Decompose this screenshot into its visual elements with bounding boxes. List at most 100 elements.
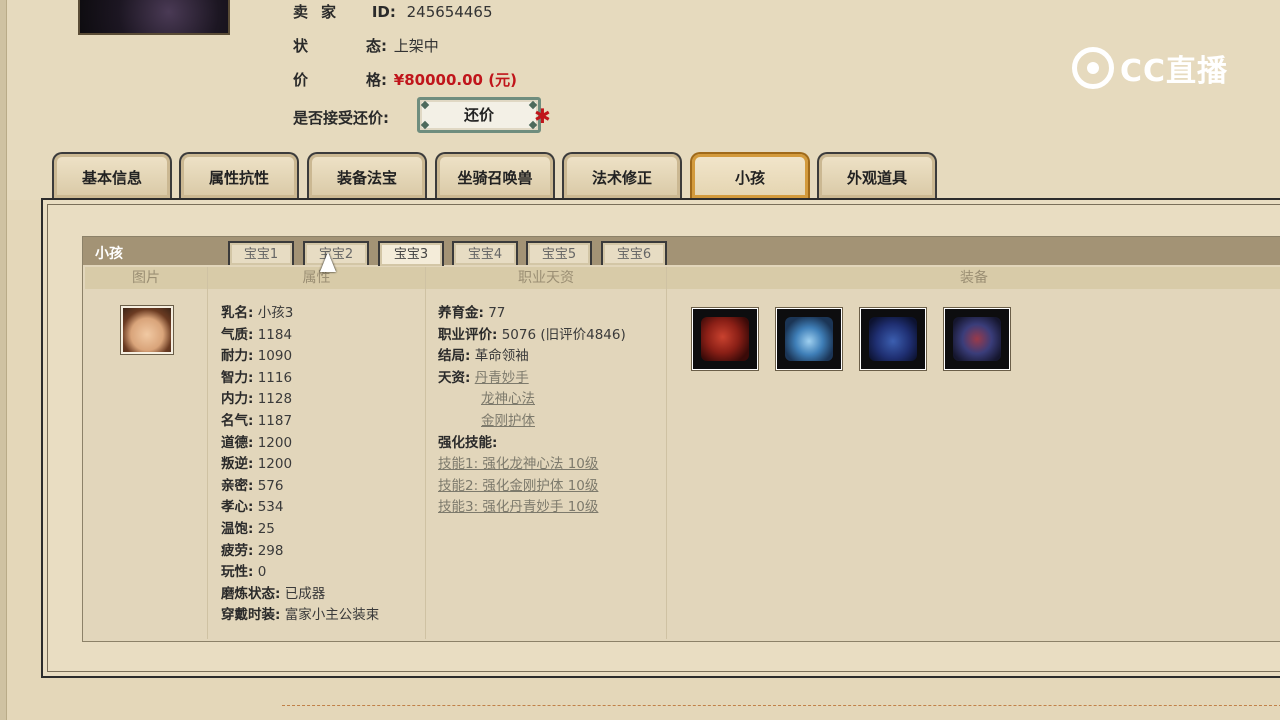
tab-baby-3[interactable]: 宝宝3: [378, 241, 444, 266]
cc-live-watermark: CC直播: [1072, 44, 1228, 92]
fund-value: 77: [488, 305, 506, 321]
equipment-slot-1[interactable]: [691, 307, 759, 371]
equipment-slot-3[interactable]: [859, 307, 927, 371]
column-header-image: 图片: [85, 267, 207, 289]
tab-baby-2[interactable]: 宝宝2: [303, 241, 369, 265]
price-row: 价 格: ¥80000.00 (元): [293, 69, 517, 90]
attr-value: 1200: [257, 456, 293, 473]
child-panel: 小孩 宝宝1 宝宝2 宝宝3 宝宝4 宝宝5 宝宝6 图片 属性 职业天资 装备…: [82, 236, 1280, 642]
price-value: ¥80000.00 (元): [393, 71, 517, 89]
equip-blue-robe-icon: [785, 317, 833, 361]
tab-baby-1[interactable]: 宝宝1: [228, 241, 294, 265]
status-row: 状 态: 上架中: [293, 35, 439, 56]
skill-link[interactable]: 技能3: 强化丹青妙手 10级: [438, 499, 598, 515]
attr-value: 534: [257, 499, 284, 516]
equipment-slot-4[interactable]: [943, 307, 1011, 371]
tab-basic-info[interactable]: 基本信息: [52, 152, 172, 198]
attribute-row: 温饱: 25: [221, 519, 379, 541]
attr-value: 小孩3: [257, 305, 294, 321]
attribute-row: 气质: 1184: [221, 325, 379, 347]
attribute-row: 疲劳: 298: [221, 541, 379, 563]
seller-id-value: 245654465: [406, 3, 493, 21]
counter-offer-row: 是否接受还价:: [293, 107, 389, 128]
attr-value: 富家小主公装束: [284, 607, 380, 624]
tab-mount-summon[interactable]: 坐骑召唤兽: [435, 152, 555, 198]
attribute-row: 智力: 1116: [221, 368, 379, 390]
attribute-row: 亲密: 576: [221, 476, 379, 498]
skill-row: 技能3: 强化丹青妙手 10级: [438, 497, 626, 519]
attribute-row: 磨炼状态: 已成器: [221, 584, 379, 606]
attr-label: 叛逆:: [221, 456, 254, 473]
talent-link[interactable]: 龙神心法: [481, 391, 535, 407]
rating-label: 职业评价:: [438, 326, 498, 343]
price-label-b: 格:: [366, 71, 388, 89]
tab-spell-correction[interactable]: 法术修正: [562, 152, 682, 198]
seller-label-a: 卖: [293, 3, 309, 21]
tab-attributes-resistance[interactable]: 属性抗性: [179, 152, 299, 198]
rating-value: 5076 (旧评价4846): [501, 326, 626, 343]
corner-stud-icon: [420, 120, 430, 130]
attr-value: 0: [257, 564, 267, 581]
attr-value: 298: [257, 542, 284, 559]
skill-row: 技能1: 强化龙神心法 10级: [438, 454, 626, 476]
mouse-cursor-icon: [320, 252, 336, 272]
attr-label: 智力:: [221, 369, 254, 386]
attr-label: 穿戴时装:: [221, 607, 281, 624]
counter-offer-label: 是否接受还价:: [293, 109, 389, 127]
status-label-b: 态:: [366, 37, 388, 55]
fund-label: 养育金:: [438, 305, 484, 321]
equipment-slot-2[interactable]: [775, 307, 843, 371]
attr-value: 576: [257, 477, 284, 494]
talent-row: 天资: 丹青妙手: [438, 368, 626, 390]
ending-row: 结局: 革命领袖: [438, 346, 626, 368]
equip-red-armor-icon: [701, 317, 749, 361]
attribute-row: 穿戴时装: 富家小主公装束: [221, 605, 379, 627]
left-rail: [0, 0, 7, 720]
skill-header: 强化技能:: [438, 434, 498, 451]
attribute-row: 道德: 1200: [221, 433, 379, 455]
attr-value: 25: [257, 520, 275, 537]
tab-equipment-treasure[interactable]: 装备法宝: [307, 152, 427, 198]
talent-row: 金刚护体: [438, 411, 626, 433]
column-header-attributes: 属性: [208, 267, 425, 289]
status-value: 上架中: [393, 37, 439, 55]
talent-link[interactable]: 丹青妙手: [475, 370, 529, 386]
tab-baby-5[interactable]: 宝宝5: [526, 241, 592, 265]
tab-appearance-items[interactable]: 外观道具: [817, 152, 937, 198]
tab-child[interactable]: 小孩: [690, 152, 810, 198]
attr-value: 1116: [257, 369, 293, 386]
attribute-row: 孝心: 534: [221, 497, 379, 519]
attr-label: 乳名:: [221, 305, 254, 321]
equip-chest-icon: [953, 317, 1001, 361]
ending-label: 结局:: [438, 348, 471, 365]
attribute-row: 内力: 1128: [221, 389, 379, 411]
counter-offer-button-label: 还价: [463, 106, 494, 124]
attr-label: 道德:: [221, 434, 254, 451]
seller-label-b: 家: [321, 3, 337, 21]
attr-value: 1187: [257, 412, 293, 429]
child-face-icon: [123, 308, 171, 352]
attr-label: 内力:: [221, 391, 254, 408]
column-divider: [207, 267, 208, 639]
attr-label: 玩性:: [221, 564, 254, 581]
skill-link[interactable]: 技能1: 强化龙神心法 10级: [438, 456, 598, 472]
attr-label: 疲劳:: [221, 542, 254, 559]
child-portrait: [120, 305, 174, 355]
rating-row: 职业评价: 5076 (旧评价4846): [438, 325, 626, 347]
attr-label: 孝心:: [221, 499, 254, 516]
tab-baby-4[interactable]: 宝宝4: [452, 241, 518, 265]
skill-link[interactable]: 技能2: 强化金刚护体 10级: [438, 478, 598, 494]
attr-label: 温饱:: [221, 520, 254, 537]
talent-link[interactable]: 金刚护体: [481, 413, 535, 429]
attr-label: 磨炼状态:: [221, 585, 281, 602]
tab-baby-6[interactable]: 宝宝6: [601, 241, 667, 265]
talent-label: 天资:: [438, 369, 471, 386]
attribute-row: 叛逆: 1200: [221, 454, 379, 476]
dashed-divider: [282, 705, 1280, 706]
seller-id-label: ID:: [371, 3, 396, 21]
counter-offer-button[interactable]: 还价: [417, 97, 541, 133]
attr-value: 已成器: [284, 585, 326, 602]
attr-value: 1128: [257, 391, 293, 408]
skill-header-row: 强化技能:: [438, 433, 626, 455]
attribute-row: 耐力: 1090: [221, 346, 379, 368]
